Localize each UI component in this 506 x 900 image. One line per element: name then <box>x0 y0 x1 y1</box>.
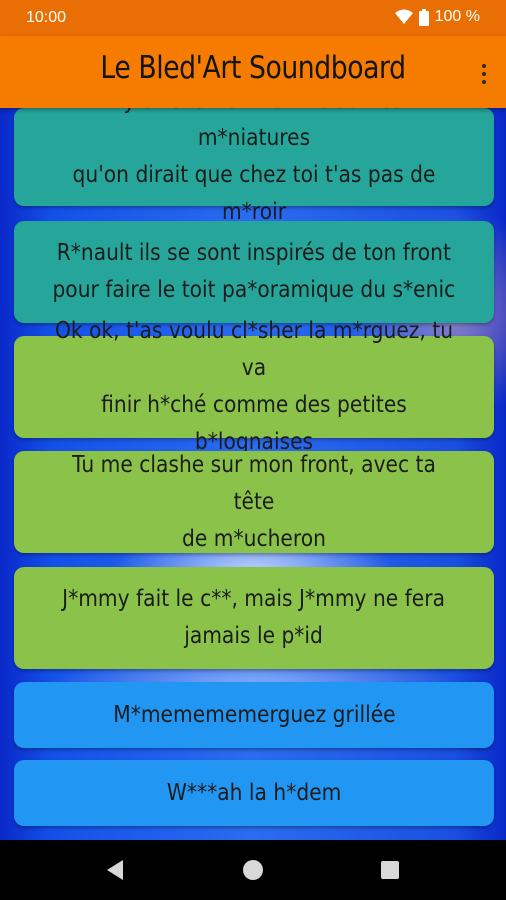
wifi-icon <box>394 9 413 24</box>
sound-button[interactable]: W***ah la h*dem <box>14 760 494 826</box>
status-bar: 10:00 100 % <box>0 0 506 36</box>
sound-button[interactable]: Il y a tellement ta t*te sur les m*niatu… <box>14 108 494 225</box>
sound-list: Il y a tellement ta t*te sur les m*niatu… <box>0 108 506 840</box>
home-icon[interactable] <box>243 860 263 880</box>
sound-label-line: qu'on dirait que chez toi t'as pas de m*… <box>72 162 436 225</box>
sound-label-line: Ok ok, t'as voulu cl*sher la m*rguez, tu… <box>54 318 454 381</box>
sound-label-line: Tu me clashe sur mon front, avec ta tête <box>72 451 436 515</box>
sound-label-line: J*mmy fait le c**, mais J*mmy ne fera <box>62 586 446 612</box>
sound-label: M*memememerguez grillée <box>112 701 396 728</box>
battery-icon <box>418 8 429 26</box>
sound-button[interactable]: M*memememerguez grillée <box>14 682 494 748</box>
sound-label-line: jamais le p*id <box>184 623 324 649</box>
status-icons: 100 % <box>394 8 480 26</box>
status-time: 10:00 <box>26 9 67 26</box>
sound-label-line: de m*ucheron <box>182 525 326 552</box>
overflow-menu-icon[interactable] <box>476 60 492 88</box>
sound-label-line: Il y a tellement ta t*te sur les m*niatu… <box>105 108 402 151</box>
sound-label-line: R*nault ils se sont inspirés de ton fron… <box>56 240 452 266</box>
app-title: Le Bled'Art Soundboard <box>100 50 406 86</box>
sound-button[interactable]: Tu me clashe sur mon front, avec ta tête… <box>14 451 494 553</box>
sound-label-line: pour faire le toit pa*oramique du s*enic <box>52 277 456 303</box>
recent-apps-icon[interactable] <box>381 861 399 879</box>
navigation-bar <box>0 840 506 900</box>
back-icon[interactable] <box>107 860 123 880</box>
battery-percent: 100 % <box>434 8 480 25</box>
sound-button[interactable]: J*mmy fait le c**, mais J*mmy ne fera jam… <box>14 567 494 669</box>
sound-button[interactable]: Ok ok, t'as voulu cl*sher la m*rguez, tu… <box>14 318 494 455</box>
sound-label: W***ah la h*dem <box>166 779 342 806</box>
app-bar: Le Bled'Art Soundboard <box>0 36 506 108</box>
sound-button[interactable]: R*nault ils se sont inspirés de ton fron… <box>14 221 494 323</box>
